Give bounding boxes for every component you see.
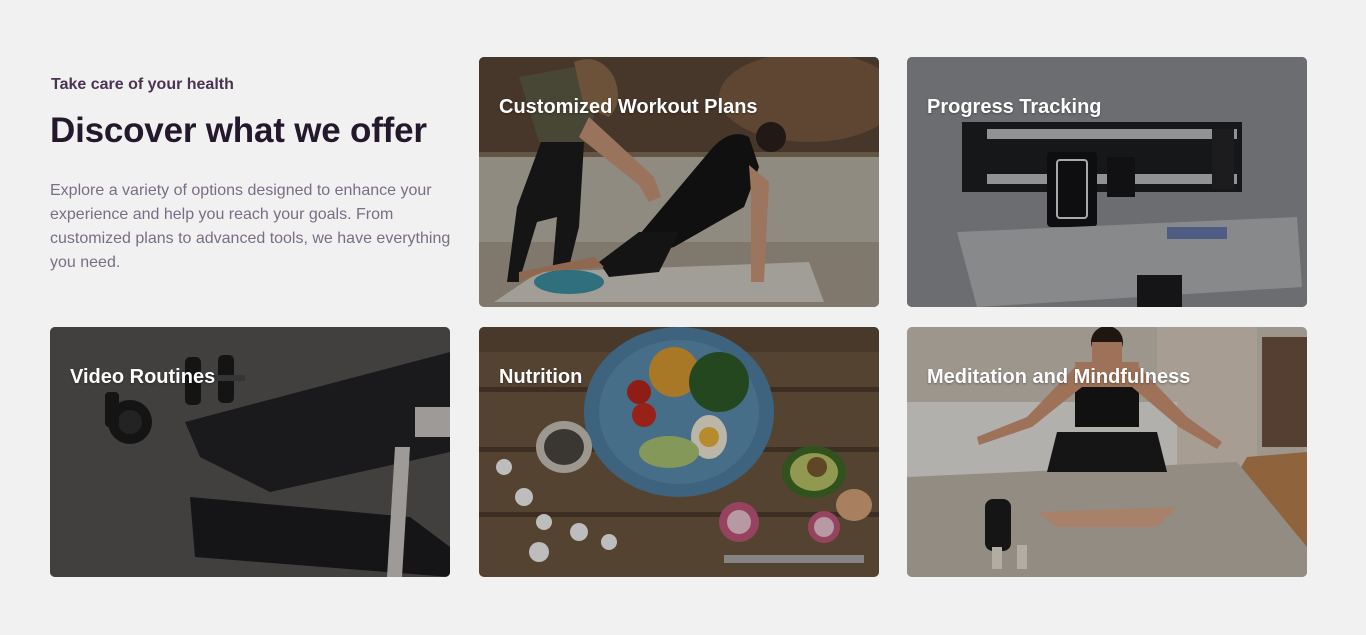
card-title: Progress Tracking — [927, 96, 1102, 118]
card-title: Customized Workout Plans — [499, 96, 758, 118]
card-title: Video Routines — [70, 366, 216, 388]
offer-card-meditation[interactable]: Meditation and Mindfulness — [907, 327, 1307, 577]
card-title: Nutrition — [499, 366, 583, 388]
section-eyebrow: Take care of your health — [51, 76, 234, 93]
offer-card-nutrition[interactable]: Nutrition — [479, 327, 879, 577]
section-description: Explore a variety of options designed to… — [50, 182, 451, 271]
offer-card-video-routines[interactable]: Video Routines — [50, 327, 450, 577]
section-headline: Discover what we offer — [50, 111, 427, 150]
offer-card-progress-tracking[interactable]: Progress Tracking — [907, 57, 1307, 307]
intro-section: Take care of your health Discover what w… — [50, 57, 455, 307]
offer-card-workout-plans[interactable]: Customized Workout Plans — [479, 57, 879, 307]
card-title: Meditation and Mindfulness — [927, 366, 1191, 388]
